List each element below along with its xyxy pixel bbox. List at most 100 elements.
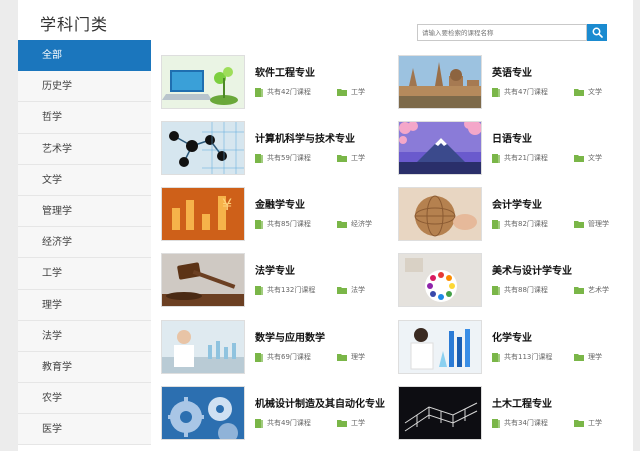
course-card[interactable]: 软件工程专业共有42门课程 工学 bbox=[161, 55, 391, 111]
course-card[interactable]: 法学专业 共有132门课程 法学 bbox=[161, 253, 391, 309]
sidebar-item[interactable]: 文学 bbox=[18, 164, 151, 196]
sidebar-item[interactable]: 理学 bbox=[18, 289, 151, 321]
course-title[interactable]: 美术与设计学专业 bbox=[492, 262, 572, 277]
course-title[interactable]: 数学与应用数学 bbox=[255, 329, 325, 344]
course-card[interactable]: 美术与设计学专业共有88门课程 艺术学 bbox=[398, 253, 628, 309]
course-card[interactable]: 数学与应用数学共有69门课程 理学 bbox=[161, 320, 391, 376]
course-card[interactable]: 会计学专业共有82门课程 管理学 bbox=[398, 187, 628, 243]
course-category-text: 工学 bbox=[588, 419, 602, 427]
course-thumbnail[interactable] bbox=[398, 187, 482, 241]
course-title[interactable]: 日语专业 bbox=[492, 130, 532, 145]
folder-icon bbox=[574, 155, 584, 162]
course-category[interactable]: 文学 bbox=[574, 153, 602, 163]
course-count-text: 共有49门课程 bbox=[267, 419, 311, 427]
book-icon bbox=[492, 219, 500, 229]
course-category[interactable]: 工学 bbox=[337, 87, 365, 97]
course-thumbnail[interactable] bbox=[161, 320, 245, 374]
book-icon bbox=[255, 87, 263, 97]
sidebar-item[interactable]: 教育学 bbox=[18, 351, 151, 384]
course-card[interactable]: 日语专业共有21门课程 文学 bbox=[398, 121, 628, 177]
course-category-text: 文学 bbox=[588, 154, 602, 162]
folder-icon bbox=[337, 221, 347, 228]
sidebar-item[interactable]: 历史学 bbox=[18, 71, 151, 103]
course-thumbnail[interactable] bbox=[398, 55, 482, 109]
sidebar-item[interactable]: 艺术学 bbox=[18, 133, 151, 165]
course-thumbnail[interactable] bbox=[398, 320, 482, 374]
course-count: 共有82门课程 bbox=[492, 219, 548, 229]
course-count-text: 共有69门课程 bbox=[267, 353, 311, 361]
course-card[interactable]: 机械设计制造及其自动化专业共有49门课程 工学 bbox=[161, 386, 391, 442]
course-category[interactable]: 经济学 bbox=[337, 219, 372, 229]
course-category[interactable]: 工学 bbox=[337, 418, 365, 428]
sidebar-item[interactable]: 农学 bbox=[18, 383, 151, 415]
course-thumbnail[interactable] bbox=[161, 55, 245, 109]
course-category[interactable]: 艺术学 bbox=[574, 285, 609, 295]
course-count-text: 共有82门课程 bbox=[504, 220, 548, 228]
book-icon bbox=[255, 285, 263, 295]
course-count: 共有59门课程 bbox=[255, 153, 311, 163]
course-category[interactable]: 文学 bbox=[574, 87, 602, 97]
course-thumbnail[interactable]: ¥ bbox=[161, 187, 245, 241]
course-title[interactable]: 金融学专业 bbox=[255, 196, 305, 211]
course-title[interactable]: 土木工程专业 bbox=[492, 395, 552, 410]
folder-icon bbox=[574, 89, 584, 96]
svg-text:¥: ¥ bbox=[222, 195, 232, 214]
course-category[interactable]: 理学 bbox=[574, 352, 602, 362]
book-icon bbox=[492, 153, 500, 163]
course-thumbnail[interactable] bbox=[398, 253, 482, 307]
course-thumbnail[interactable] bbox=[398, 386, 482, 440]
course-category[interactable]: 工学 bbox=[337, 153, 365, 163]
sidebar-item[interactable]: 法学 bbox=[18, 320, 151, 352]
course-title[interactable]: 计算机科学与技术专业 bbox=[255, 130, 355, 145]
course-category[interactable]: 管理学 bbox=[574, 219, 609, 229]
course-card[interactable]: 土木工程专业共有34门课程 工学 bbox=[398, 386, 628, 442]
sidebar-list: 全部 历史学 哲学 艺术学 文学 管理学 经济学 工学 理学 法学 教育学 农学 医学 bbox=[18, 40, 158, 446]
course-count-text: 共有21门课程 bbox=[504, 154, 548, 162]
course-thumbnail[interactable] bbox=[398, 121, 482, 175]
folder-icon bbox=[574, 420, 584, 427]
course-title[interactable]: 英语专业 bbox=[492, 64, 532, 79]
course-card[interactable]: ¥ 金融学专业共有85门课程 经济学 bbox=[161, 187, 391, 243]
sidebar-item[interactable]: 经济学 bbox=[18, 227, 151, 259]
course-count-text: 共有85门课程 bbox=[267, 220, 311, 228]
sidebar-item[interactable]: 哲学 bbox=[18, 102, 151, 134]
folder-icon bbox=[337, 155, 347, 162]
folder-icon bbox=[337, 287, 347, 294]
course-category[interactable]: 法学 bbox=[337, 285, 365, 295]
course-category-text: 艺术学 bbox=[588, 286, 609, 294]
course-category-text: 工学 bbox=[351, 419, 365, 427]
search-input[interactable] bbox=[417, 24, 587, 41]
sidebar-item[interactable]: 工学 bbox=[18, 258, 151, 290]
book-icon bbox=[255, 219, 263, 229]
folder-icon bbox=[574, 287, 584, 294]
course-count: 共有42门课程 bbox=[255, 87, 311, 97]
course-card[interactable]: 化学专业 共有113门课程 理学 bbox=[398, 320, 628, 376]
course-thumbnail[interactable] bbox=[161, 121, 245, 175]
course-title[interactable]: 会计学专业 bbox=[492, 196, 542, 211]
course-thumbnail[interactable] bbox=[161, 253, 245, 307]
sidebar-item[interactable]: 全部 bbox=[18, 40, 158, 72]
course-title[interactable]: 软件工程专业 bbox=[255, 64, 315, 79]
course-card[interactable]: 英语专业共有47门课程 文学 bbox=[398, 55, 628, 111]
course-card[interactable]: 计算机科学与技术专业共有59门课程 工学 bbox=[161, 121, 391, 177]
course-category-text: 法学 bbox=[351, 286, 365, 294]
course-thumbnail[interactable] bbox=[161, 386, 245, 440]
search-icon bbox=[592, 27, 603, 38]
course-title[interactable]: 法学专业 bbox=[255, 262, 295, 277]
course-title[interactable]: 化学专业 bbox=[492, 329, 532, 344]
course-category[interactable]: 理学 bbox=[337, 352, 365, 362]
course-count: 共有47门课程 bbox=[492, 87, 548, 97]
course-count: 共有69门课程 bbox=[255, 352, 311, 362]
search-button[interactable] bbox=[587, 24, 607, 41]
folder-icon bbox=[337, 420, 347, 427]
sidebar: 学科门类 全部 历史学 哲学 艺术学 文学 管理学 经济学 工学 理学 法学 教育学 农学 医学 bbox=[18, 0, 158, 451]
course-count: 共有34门课程 bbox=[492, 418, 548, 428]
course-count-text: 共有88门课程 bbox=[504, 286, 548, 294]
course-category[interactable]: 工学 bbox=[574, 418, 602, 428]
course-title[interactable]: 机械设计制造及其自动化专业 bbox=[255, 395, 385, 410]
sidebar-item[interactable]: 医学 bbox=[18, 414, 151, 446]
course-category-text: 经济学 bbox=[351, 220, 372, 228]
sidebar-item[interactable]: 管理学 bbox=[18, 195, 151, 228]
course-count-text: 共有42门课程 bbox=[267, 88, 311, 96]
course-count: 共有85门课程 bbox=[255, 219, 311, 229]
